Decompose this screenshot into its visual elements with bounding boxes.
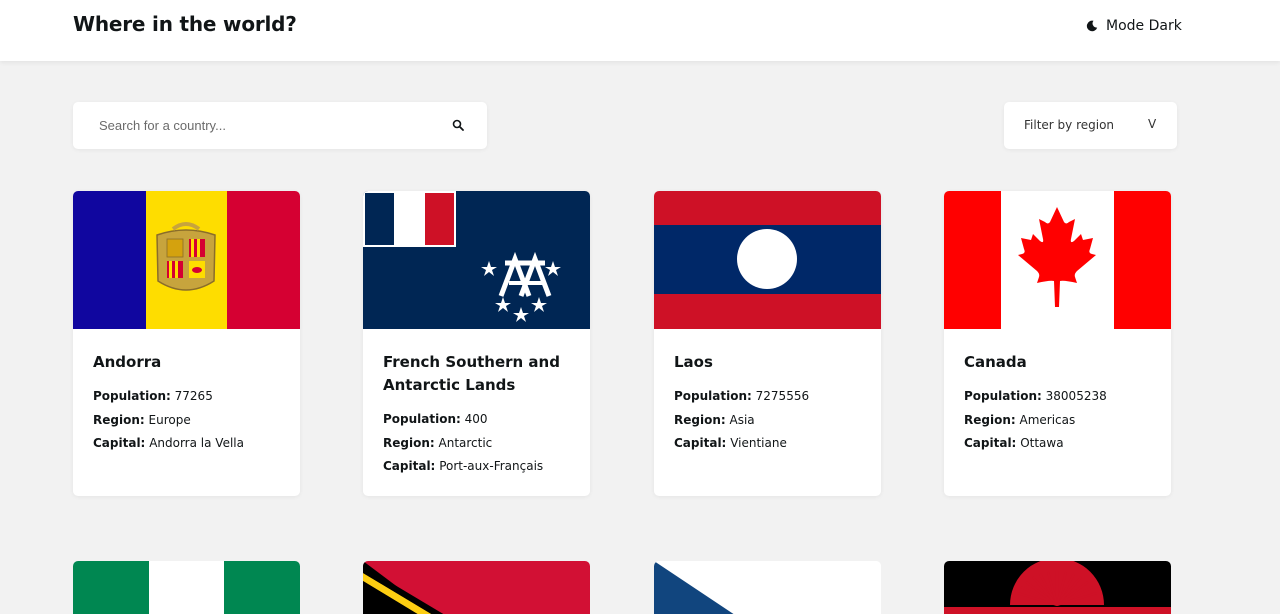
card-body: Laos Population: 7275556 Region: Asia Ca…: [674, 351, 864, 456]
region-value: Asia: [729, 412, 755, 427]
country-name: French Southern and Antarctic Lands: [383, 353, 560, 394]
andorra-flag-icon: [73, 191, 300, 329]
region-label: Region:: [383, 435, 435, 450]
population-value: 77265: [174, 389, 213, 403]
czechia-flag-icon: [654, 561, 881, 614]
region-label: Region:: [964, 412, 1016, 427]
population-value: 38005238: [1045, 389, 1107, 403]
capital-label: Capital:: [964, 436, 1017, 450]
population-label: Population:: [964, 389, 1042, 403]
country-card-malawi[interactable]: [944, 561, 1171, 614]
capital-value: Vientiane: [730, 436, 787, 450]
country-card-french-southern-lands[interactable]: French Southern and Antarctic Lands Popu…: [363, 191, 590, 496]
country-name: Andorra: [93, 353, 162, 371]
region-line: Region: Europe: [93, 409, 283, 433]
search-box: [73, 102, 487, 149]
mode-toggle-label: Mode Dark: [1106, 18, 1182, 34]
capital-label: Capital:: [674, 436, 727, 450]
top-header: Where in the world? Mode Dark: [0, 0, 1280, 61]
capital-line: Capital: Ottawa: [964, 432, 1154, 456]
population-line: Population: 7275556: [674, 385, 864, 409]
region-filter-dropdown[interactable]: Filter by region V: [1004, 102, 1177, 149]
capital-label: Capital:: [93, 436, 146, 450]
filter-label: Filter by region: [1024, 118, 1115, 132]
card-body: French Southern and Antarctic Lands Popu…: [383, 351, 573, 479]
region-value: Europe: [148, 412, 191, 427]
canada-flag-icon: [944, 191, 1171, 329]
region-line: Region: Americas: [964, 409, 1154, 433]
region-value: Antarctic: [438, 435, 493, 450]
nigeria-flag-icon: [73, 561, 300, 614]
country-card-andorra[interactable]: Andorra Population: 77265 Region: Europe…: [73, 191, 300, 496]
capital-line: Capital: Port-aux-Français: [383, 455, 573, 479]
country-card-czechia[interactable]: [654, 561, 881, 614]
card-body: Canada Population: 38005238 Region: Amer…: [964, 351, 1154, 456]
country-card-laos[interactable]: Laos Population: 7275556 Region: Asia Ca…: [654, 191, 881, 496]
population-label: Population:: [93, 389, 171, 403]
capital-line: Capital: Andorra la Vella: [93, 432, 283, 456]
population-line: Population: 77265: [93, 385, 283, 409]
population-value: 7275556: [755, 389, 810, 403]
country-card-canada[interactable]: Canada Population: 38005238 Region: Amer…: [944, 191, 1171, 496]
malawi-flag-icon: [944, 561, 1171, 614]
region-label: Region:: [674, 412, 726, 427]
capital-value: Andorra la Vella: [149, 436, 244, 450]
region-line: Region: Antarctic: [383, 432, 573, 456]
capital-line: Capital: Vientiane: [674, 432, 864, 456]
search-input[interactable]: [99, 102, 439, 149]
capital-value: Port-aux-Français: [439, 459, 544, 473]
country-name: Canada: [964, 353, 1027, 371]
region-label: Region:: [93, 412, 145, 427]
population-label: Population:: [674, 389, 752, 403]
chevron-down-icon: V: [1148, 117, 1157, 131]
region-line: Region: Asia: [674, 409, 864, 433]
laos-flag-icon: [654, 191, 881, 329]
population-value: 400: [464, 412, 488, 426]
region-value: Americas: [1019, 412, 1076, 427]
country-card-nigeria[interactable]: [73, 561, 300, 614]
site-title: Where in the world?: [73, 12, 297, 36]
dark-mode-toggle[interactable]: Mode Dark: [1086, 16, 1182, 36]
search-icon[interactable]: [452, 119, 464, 131]
vanuatu-flag-icon: [363, 561, 590, 614]
population-label: Population:: [383, 412, 461, 426]
french-southern-lands-flag-icon: [363, 191, 590, 329]
card-body: Andorra Population: 77265 Region: Europe…: [93, 351, 283, 456]
population-line: Population: 400: [383, 408, 573, 432]
moon-icon: [1086, 20, 1098, 32]
country-name: Laos: [674, 353, 713, 371]
capital-label: Capital:: [383, 459, 436, 473]
capital-value: Ottawa: [1020, 436, 1064, 450]
population-line: Population: 38005238: [964, 385, 1154, 409]
country-card-vanuatu[interactable]: [363, 561, 590, 614]
